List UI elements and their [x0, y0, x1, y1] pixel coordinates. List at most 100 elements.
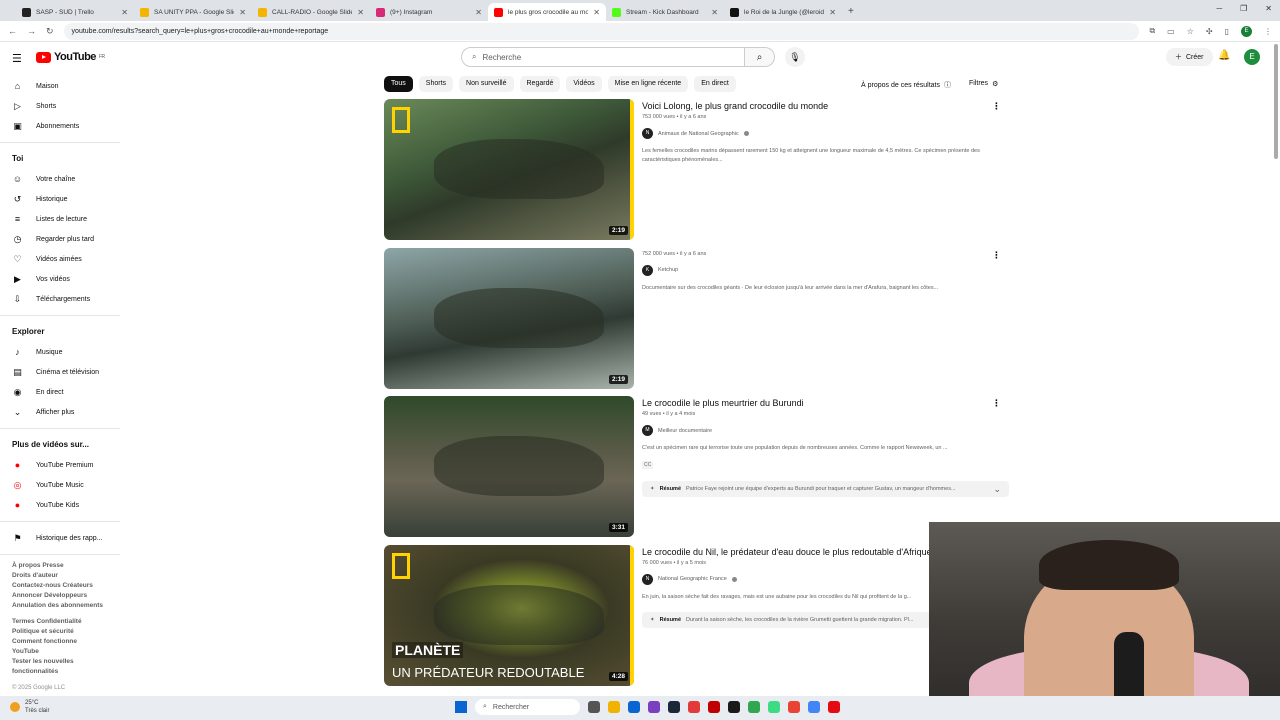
filter-chip[interactable]: Non surveillé	[459, 76, 514, 92]
translate-icon[interactable]: ⧉	[1149, 26, 1155, 36]
sidebar-item[interactable]: ▶ Vos vidéos	[0, 269, 120, 289]
channel-link[interactable]: K Ketchup	[642, 264, 1009, 276]
browser-tab[interactable]: (9+) Instagram ✕	[370, 3, 488, 21]
sidebar-item[interactable]: ▣ Abonnements	[0, 116, 120, 136]
channel-link[interactable]: M Meilleur documentaire	[642, 425, 1009, 436]
filter-chip[interactable]: Mise en ligne récente	[607, 76, 689, 92]
taskbar-app-icon[interactable]	[808, 701, 820, 713]
taskbar-app-icon[interactable]	[828, 701, 840, 713]
more-options-icon[interactable]: ⋮	[992, 250, 1001, 261]
about-results-link[interactable]: À propos de ces résultats ⓘ	[861, 80, 951, 90]
page-scrollbar[interactable]	[1274, 44, 1278, 159]
tab-close-icon[interactable]: ✕	[475, 8, 482, 17]
close-window-icon[interactable]: ✕	[1265, 4, 1272, 13]
tab-close-icon[interactable]: ✕	[711, 8, 718, 17]
sidebar-item[interactable]: ♡ Vidéos aimées	[0, 249, 120, 269]
new-tab-icon[interactable]: +	[842, 3, 860, 21]
minimize-icon[interactable]: ─	[1216, 4, 1222, 13]
sidebar-section-you[interactable]: Toi	[0, 149, 120, 169]
sidebar-item[interactable]: ♪ Musique	[0, 342, 120, 362]
sidebar-item[interactable]: ↺ Historique	[0, 189, 120, 209]
sidebar-item[interactable]: ● YouTube Kids	[0, 495, 120, 515]
video-result[interactable]: 3:31 Le crocodile le plus meurtrier du Bu…	[384, 396, 1009, 545]
url-field[interactable]: youtube.com/results?search_query=le+plus…	[63, 22, 1140, 40]
sidebar-item[interactable]: ≡ Listes de lecture	[0, 209, 120, 229]
sidepanel-icon[interactable]: ▯	[1225, 27, 1229, 36]
sidebar-item[interactable]: ☺ Votre chaîne	[0, 169, 120, 189]
notifications-bell-icon[interactable]: 🔔	[1218, 50, 1230, 61]
browser-tab[interactable]: CALL-RADIO - Google Slides ✕	[252, 3, 370, 21]
sidebar-section-more[interactable]: Plus de vidéos sur...	[0, 435, 120, 455]
hamburger-menu-icon[interactable]: ☰	[12, 52, 22, 65]
sidebar-footer-links[interactable]: À propos Presse Droits d'auteur Contacte…	[0, 561, 120, 611]
tab-close-icon[interactable]: ✕	[239, 8, 246, 17]
filter-chip[interactable]: Tous	[384, 76, 413, 92]
cast-icon[interactable]: ▭	[1167, 27, 1175, 36]
video-thumbnail[interactable]: 3:31	[384, 396, 634, 537]
filter-chip[interactable]: Vidéos	[566, 76, 602, 92]
video-result[interactable]: 2:19 752 000 vues • il y a 6 ans K Ketchup D…	[384, 247, 1009, 397]
forward-icon[interactable]: →	[27, 26, 36, 36]
filters-button[interactable]: Filtres ⚙	[969, 80, 998, 88]
taskbar-search[interactable]: ⌕ Rechercher	[475, 699, 580, 715]
more-options-icon[interactable]: ⋮	[992, 101, 1001, 112]
sidebar-item[interactable]: ◉ En direct	[0, 382, 120, 402]
extensions-icon[interactable]: ✣	[1206, 27, 1213, 36]
bookmark-star-icon[interactable]: ☆	[1187, 27, 1194, 36]
ai-summary[interactable]: ✦ Résumé Patrice Faye rejoint une équipe d…	[642, 481, 1009, 497]
reload-icon[interactable]: ↻	[46, 26, 54, 37]
taskbar-app-icon[interactable]	[588, 701, 600, 713]
channel-link[interactable]: N Animaux de National Geographic	[642, 128, 1009, 139]
tab-close-icon[interactable]: ✕	[357, 8, 364, 17]
sidebar-item-report-history[interactable]: ⚑ Historique des rapp...	[0, 528, 120, 548]
youtube-logo[interactable]: YouTube FR	[36, 51, 105, 63]
taskbar-app-icon[interactable]	[688, 701, 700, 713]
sidebar-item[interactable]: ⌂ Maison	[0, 76, 120, 96]
tab-close-icon[interactable]: ✕	[121, 8, 128, 17]
sidebar-item[interactable]: ⌄ Afficher plus	[0, 402, 120, 422]
weather-widget[interactable]: 25°C Très clair	[10, 699, 49, 715]
tab-close-icon[interactable]: ✕	[829, 8, 836, 17]
search-button[interactable]: ⌕	[745, 47, 775, 67]
browser-tab[interactable]: SA UNITY PPA - Google Slides ✕	[134, 3, 252, 21]
video-thumbnail[interactable]: 2:19	[384, 99, 634, 240]
more-options-icon[interactable]: ⋮	[992, 398, 1001, 409]
taskbar-app-icon[interactable]	[748, 701, 760, 713]
sidebar-item[interactable]: ◎ YouTube Music	[0, 475, 120, 495]
video-title[interactable]: Le crocodile le plus meurtrier du Burund…	[642, 397, 1009, 409]
tab-close-icon[interactable]: ✕	[593, 8, 600, 17]
chevron-down-icon[interactable]: ⌄	[993, 484, 1001, 495]
taskbar-app-icon[interactable]	[628, 701, 640, 713]
browser-tab[interactable]: Stream - Kick Dashboard ✕	[606, 3, 724, 21]
voice-search-button[interactable]: 🎙	[785, 47, 805, 67]
video-result[interactable]: PLANÈTE UN PRÉDATEUR REDOUTABLE 4:28 Le cro…	[384, 544, 1009, 694]
video-title[interactable]: Voici Lolong, le plus grand crocodile du…	[642, 100, 1009, 112]
sidebar-item[interactable]: ⇩ Téléchargements	[0, 289, 120, 309]
video-thumbnail[interactable]: PLANÈTE UN PRÉDATEUR REDOUTABLE 4:28	[384, 544, 634, 686]
sidebar-item[interactable]: ▷ Shorts	[0, 96, 120, 116]
taskbar-app-icon[interactable]	[708, 701, 720, 713]
browser-profile-avatar[interactable]: E	[1241, 25, 1252, 37]
sidebar-item[interactable]: ● YouTube Premium	[0, 455, 120, 475]
video-result[interactable]: 2:19 Voici Lolong, le plus grand crocodil…	[384, 99, 1009, 248]
taskbar-app-icon[interactable]	[788, 701, 800, 713]
browser-tab[interactable]: SASP - SUD | Trello ✕	[16, 3, 134, 21]
filter-chip[interactable]: Regardé	[519, 76, 561, 92]
search-input[interactable]: ⌕ Recherche	[461, 47, 745, 67]
browser-tab[interactable]: le Roi de la Jungle (@leroidelaj ✕	[724, 3, 842, 21]
sidebar-item[interactable]: ◷ Regarder plus tard	[0, 229, 120, 249]
taskbar-app-icon[interactable]	[668, 701, 680, 713]
taskbar-app-icon[interactable]	[608, 701, 620, 713]
sidebar-section-explore[interactable]: Explorer	[0, 322, 120, 342]
windows-start-icon[interactable]	[455, 701, 467, 713]
taskbar-app-icon[interactable]	[648, 701, 660, 713]
back-icon[interactable]: ←	[8, 26, 17, 36]
account-avatar[interactable]: E	[1244, 49, 1260, 65]
taskbar-app-icon[interactable]	[728, 701, 740, 713]
sidebar-item[interactable]: ▤ Cinéma et télévision	[0, 362, 120, 382]
taskbar-app-icon[interactable]	[768, 701, 780, 713]
filter-chip[interactable]: Shorts	[418, 76, 454, 92]
browser-menu-icon[interactable]: ⋮	[1264, 27, 1272, 36]
filter-chip[interactable]: En direct	[694, 76, 736, 92]
sidebar-footer-links[interactable]: Termes Confidentialité Politique et sécu…	[0, 617, 120, 677]
